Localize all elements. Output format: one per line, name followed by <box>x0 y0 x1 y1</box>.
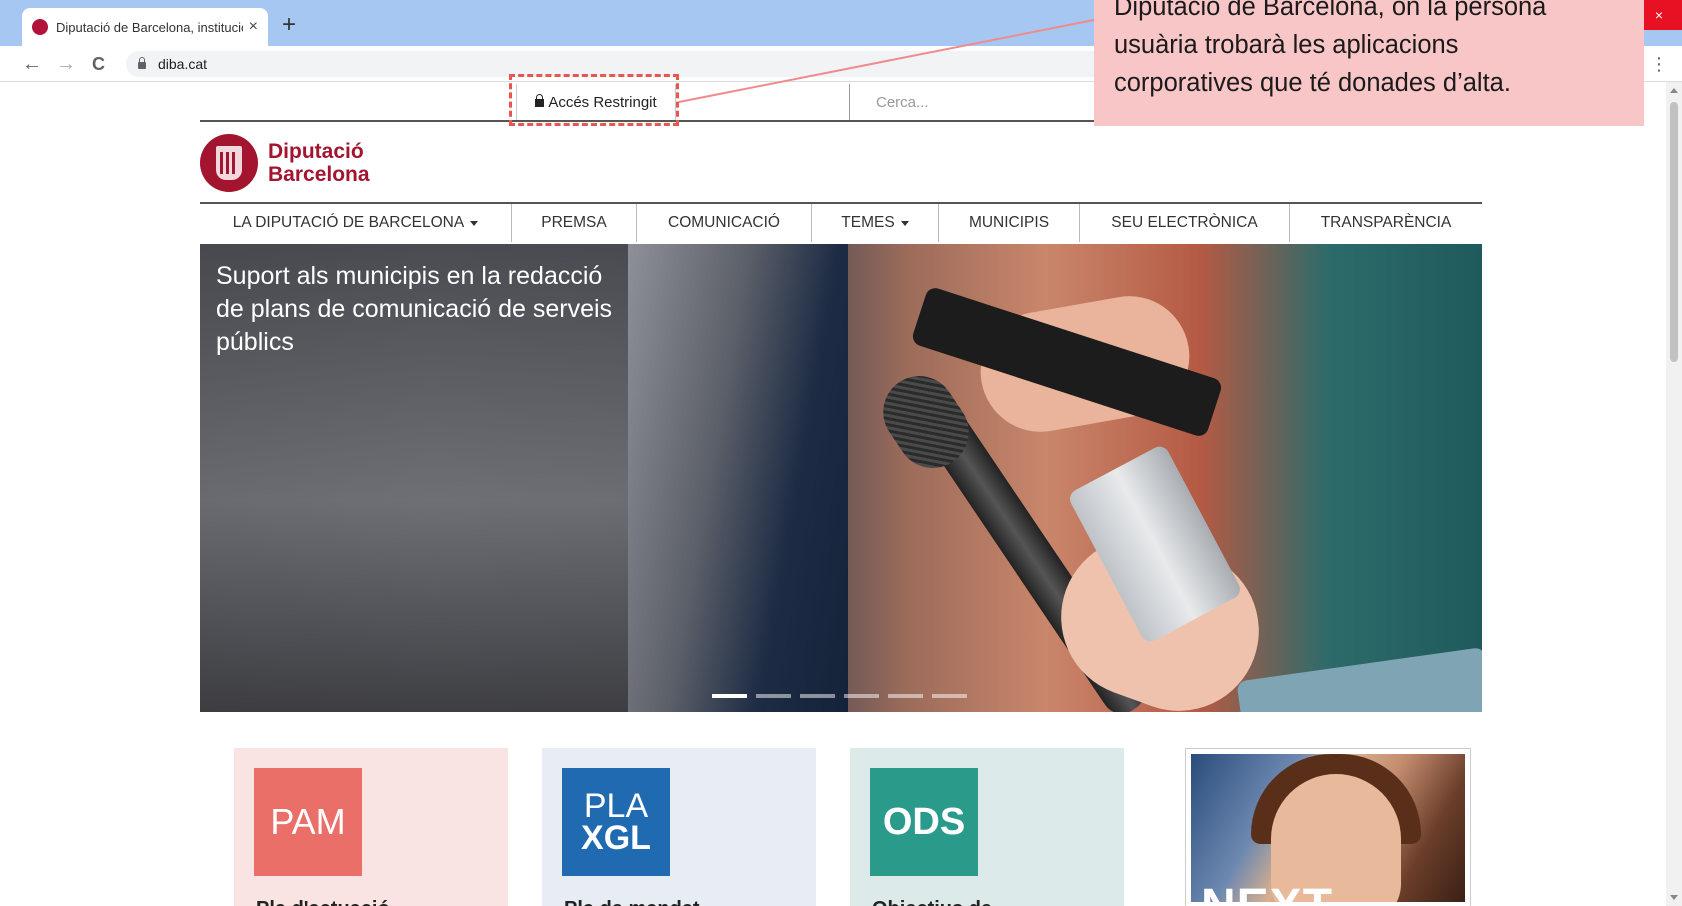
callout-line-2: usuària trobarà les aplicacions <box>1114 31 1459 59</box>
address-text: diba.cat <box>158 56 208 72</box>
nav-item-temes[interactable]: TEMES <box>812 204 939 242</box>
tab-close-icon[interactable]: × <box>249 18 258 36</box>
carousel-dot[interactable] <box>800 694 835 698</box>
pla-xgl-badge: PLA XGL <box>562 768 670 876</box>
ods-badge-text: ODS <box>882 800 966 843</box>
web-page: Accés Restringit Cerca... Diputació Barc… <box>8 82 1674 906</box>
reload-icon[interactable]: C <box>92 52 105 76</box>
nav-label: MUNICIPIS <box>968 214 1050 231</box>
pam-badge-text: PAM <box>270 801 346 842</box>
annotation-callout: Diputació de Barcelona, on la persona us… <box>1094 0 1644 126</box>
logo-line-2: Barcelona <box>268 163 370 186</box>
nav-item-premsa[interactable]: PREMSA <box>512 204 637 242</box>
nav-item-comunicacio[interactable]: COMUNICACIÓ <box>637 204 812 242</box>
card-photo[interactable]: NEXT <box>1185 748 1471 906</box>
carousel-dot[interactable] <box>932 694 967 698</box>
nav-label: PREMSA <box>541 214 607 231</box>
callout-line-3: corporatives que té donades d’alta. <box>1114 69 1511 97</box>
pla-xgl-badge-line2: XGL <box>581 819 651 857</box>
nav-label: SEU ELECTRÒNICA <box>1111 214 1258 231</box>
card-pam[interactable]: PAM Pla d'actuació <box>234 748 508 906</box>
card-pla-xgl[interactable]: PLA XGL Pla de mandat <box>542 748 816 906</box>
browser-menu-icon[interactable]: ⋮ <box>1650 54 1668 75</box>
hero-photo-jacket <box>628 244 848 712</box>
nav-label: COMUNICACIÓ <box>668 214 780 231</box>
seal-icon <box>200 134 258 192</box>
scroll-thumb[interactable] <box>1670 102 1678 362</box>
pam-badge: PAM <box>254 768 362 876</box>
next-overlay-text: NEXT <box>1201 879 1333 902</box>
logo-line-1: Diputació <box>268 140 364 163</box>
nav-label: LA DIPUTACIÓ DE BARCELONA <box>232 214 465 231</box>
nav-item-la-diputacio[interactable]: LA DIPUTACIÓ DE BARCELONA <box>200 204 512 242</box>
nav-item-seu-electronica[interactable]: SEU ELECTRÒNICA <box>1080 204 1290 242</box>
nav-label: TRANSPARÈNCIA <box>1320 214 1452 231</box>
carousel-dot[interactable] <box>844 694 879 698</box>
nav-label: TEMES <box>841 214 895 231</box>
card-title: Objectius de <box>872 898 992 906</box>
browser-tab[interactable]: Diputació de Barcelona, institució × <box>22 8 268 46</box>
padlock-icon <box>535 94 545 107</box>
carousel-indicators <box>712 694 967 698</box>
card-title: Pla d'actuació <box>256 898 390 906</box>
carousel-dot[interactable] <box>888 694 923 698</box>
page-scrollbar[interactable] <box>1666 82 1682 906</box>
forward-icon[interactable]: → <box>56 52 76 76</box>
scroll-up-icon[interactable] <box>1670 88 1678 93</box>
lock-icon <box>138 57 146 69</box>
portrait-image: NEXT <box>1191 754 1465 902</box>
restricted-access-link[interactable]: Accés Restringit <box>516 84 676 120</box>
restricted-access-label: Accés Restringit <box>548 93 657 111</box>
caret-down-icon <box>470 220 479 226</box>
carousel-dot[interactable] <box>756 694 791 698</box>
carousel-dot[interactable] <box>712 694 747 698</box>
scroll-down-icon[interactable] <box>1670 895 1678 900</box>
nav-item-transparencia[interactable]: TRANSPARÈNCIA <box>1290 204 1482 242</box>
main-navigation: LA DIPUTACIÓ DE BARCELONA PREMSA COMUNIC… <box>200 202 1482 242</box>
caret-down-icon <box>900 220 909 226</box>
card-ods[interactable]: ODS Objectius de <box>850 748 1124 906</box>
callout-text: Diputació de Barcelona, on la persona us… <box>1114 0 1634 102</box>
ods-badge: ODS <box>870 768 978 876</box>
hero-caption[interactable]: Suport als municipis en la redacció de p… <box>216 260 616 359</box>
new-tab-button[interactable]: + <box>282 12 296 38</box>
hero-carousel[interactable]: Suport als municipis en la redacció de p… <box>200 244 1482 712</box>
back-icon[interactable]: ← <box>22 52 42 76</box>
favicon-icon <box>32 19 48 35</box>
nav-item-municipis[interactable]: MUNICIPIS <box>939 204 1080 242</box>
site-logo[interactable]: Diputació Barcelona <box>200 134 370 192</box>
callout-line-1: Diputació de Barcelona, on la persona <box>1114 0 1547 21</box>
pla-xgl-badge-line1: PLA <box>583 787 649 825</box>
logo-text: Diputació Barcelona <box>268 140 370 186</box>
card-title: Pla de mandat <box>564 898 700 906</box>
hero-photo-tablet <box>1236 646 1482 712</box>
tab-title: Diputació de Barcelona, institució <box>56 19 243 35</box>
